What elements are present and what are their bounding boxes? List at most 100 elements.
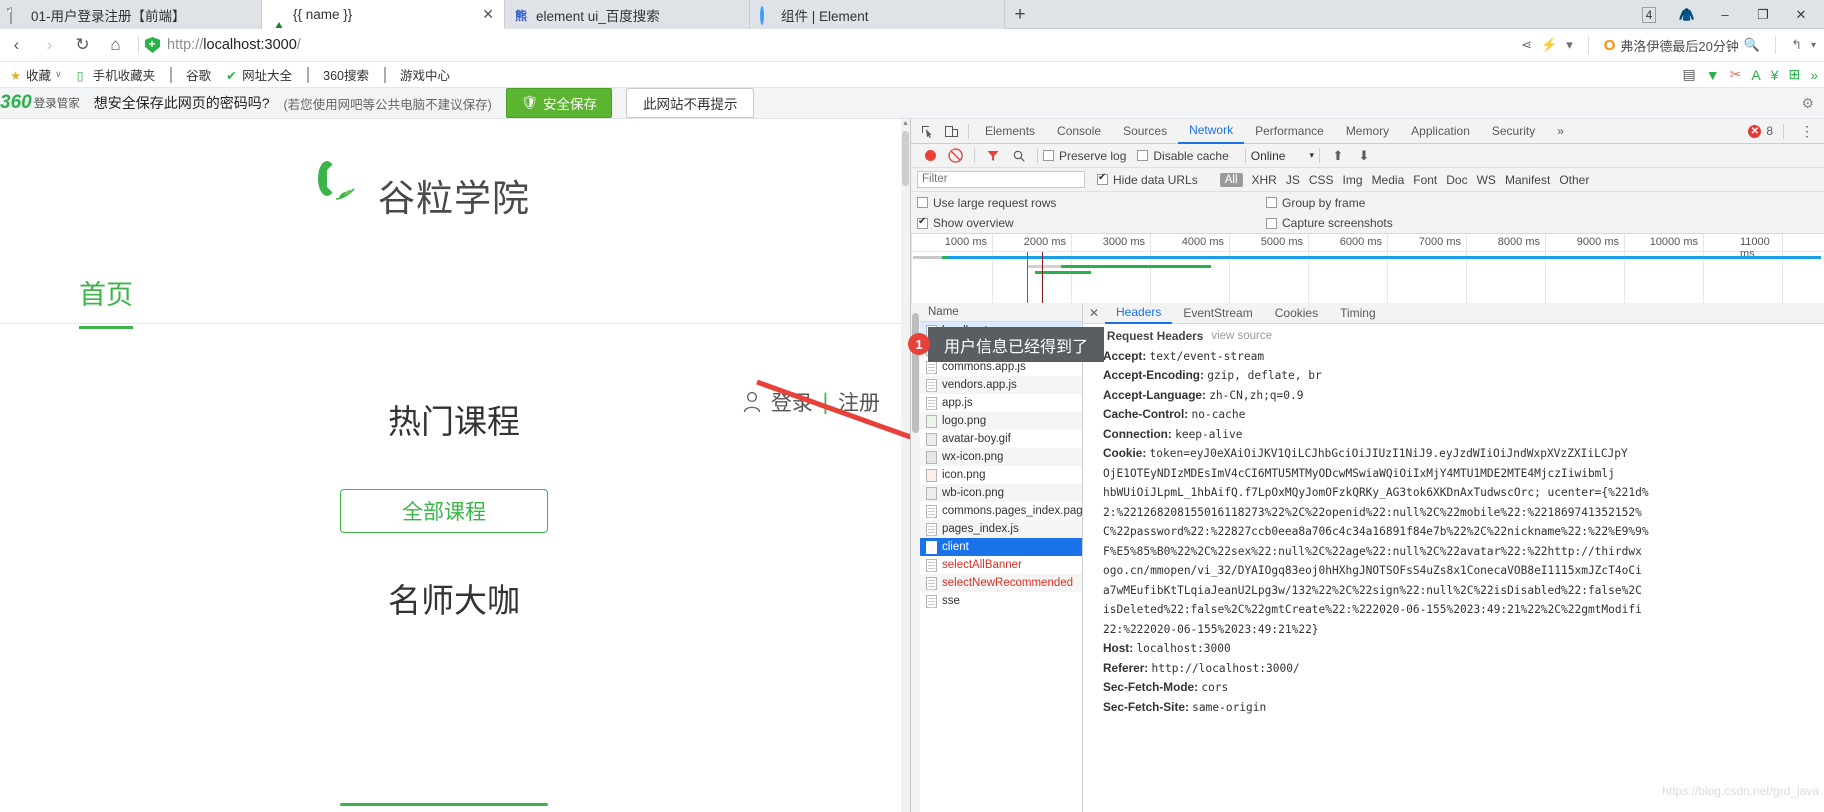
column-header-name[interactable]: Name bbox=[920, 303, 1082, 322]
nav-item-home[interactable]: 首页 bbox=[79, 273, 133, 329]
clothes-icon[interactable]: 🧥 bbox=[1668, 0, 1706, 29]
lightning-icon[interactable]: ⚡ bbox=[1541, 37, 1557, 53]
preserve-log-checkbox[interactable]: Preserve log bbox=[1043, 149, 1126, 163]
filter-icon[interactable] bbox=[980, 144, 1006, 168]
tab-security[interactable]: Security bbox=[1481, 119, 1546, 144]
filter-type-js[interactable]: JS bbox=[1286, 173, 1300, 187]
bookmark-mobile-favorites[interactable]: ▯ 手机收藏夹 bbox=[71, 63, 162, 86]
request-headers-section-header[interactable]: ▼ Request Headers view source bbox=[1091, 327, 1824, 347]
all-courses-button[interactable]: 全部课程 bbox=[340, 489, 548, 533]
capture-screenshots-checkbox[interactable]: Capture screenshots bbox=[1266, 216, 1393, 230]
clear-icon[interactable]: 🚫 bbox=[943, 144, 969, 168]
table-row[interactable]: selectNewRecommended bbox=[920, 574, 1082, 592]
close-icon[interactable]: ✕ bbox=[1083, 306, 1105, 320]
filter-type-ws[interactable]: WS bbox=[1477, 173, 1496, 187]
tab-count-badge[interactable]: 4 bbox=[1630, 0, 1668, 29]
quick-search-box[interactable]: O 弗洛伊德最后20分钟 🔍 bbox=[1604, 36, 1760, 55]
browser-tab-3[interactable]: 组件 | Element bbox=[750, 0, 1005, 29]
browser-tab-0[interactable]: 01-用户登录注册【前端】 bbox=[0, 0, 262, 29]
home-button[interactable]: ⌂ bbox=[99, 29, 132, 62]
tab-performance[interactable]: Performance bbox=[1244, 119, 1335, 144]
filter-type-font[interactable]: Font bbox=[1413, 173, 1437, 187]
more-tabs-button[interactable]: » bbox=[1546, 119, 1575, 144]
chevron-down-icon[interactable]: ▾ bbox=[1811, 40, 1816, 51]
hide-data-urls-checkbox[interactable]: Hide data URLs bbox=[1097, 172, 1198, 187]
filter-type-other[interactable]: Other bbox=[1559, 173, 1589, 187]
bookmark-google[interactable]: 谷歌 bbox=[164, 63, 217, 86]
group-by-frame-checkbox[interactable]: Group by frame bbox=[1266, 196, 1365, 210]
throttling-select[interactable]: Online ▾ bbox=[1251, 149, 1314, 163]
checkbox[interactable] bbox=[1137, 150, 1149, 161]
reload-button[interactable]: ↻ bbox=[66, 29, 99, 62]
filter-type-media[interactable]: Media bbox=[1372, 173, 1405, 187]
table-row-selected[interactable]: client bbox=[920, 538, 1082, 556]
use-large-request-rows-checkbox[interactable]: Use large request rows bbox=[917, 196, 1056, 210]
tab-memory[interactable]: Memory bbox=[1335, 119, 1400, 144]
checkbox[interactable] bbox=[1043, 150, 1054, 161]
gear-icon[interactable]: ⚙ bbox=[1801, 95, 1824, 112]
checkbox[interactable] bbox=[1266, 217, 1277, 229]
browser-tab-1[interactable]: {{ name }} ✕ bbox=[262, 0, 505, 29]
never-save-button[interactable]: 此网站不再提示 bbox=[625, 88, 755, 118]
checkbox[interactable] bbox=[1097, 172, 1108, 185]
filter-type-xhr[interactable]: XHR bbox=[1252, 173, 1277, 187]
filter-type-all[interactable]: All bbox=[1219, 172, 1243, 187]
filter-type-css[interactable]: CSS bbox=[1309, 173, 1334, 187]
video-download-icon[interactable]: ▼ bbox=[1706, 67, 1720, 83]
table-row[interactable]: avatar-boy.gif bbox=[920, 430, 1082, 448]
coupon-icon[interactable]: ¥ bbox=[1771, 67, 1779, 83]
share-icon[interactable]: ⋖ bbox=[1521, 37, 1532, 53]
devtools-menu-icon[interactable]: ⋮ bbox=[1794, 123, 1820, 140]
chevron-down-icon[interactable]: ▾ bbox=[1309, 150, 1314, 161]
tab-elements[interactable]: Elements bbox=[974, 119, 1046, 144]
record-icon[interactable] bbox=[917, 144, 943, 168]
forward-button[interactable]: › bbox=[33, 29, 66, 62]
extensions-icon[interactable]: ⊞ bbox=[1788, 66, 1800, 83]
page-scrollbar-thumb[interactable] bbox=[902, 131, 909, 186]
export-har-icon[interactable]: ⬇ bbox=[1351, 144, 1377, 168]
inspect-icon[interactable] bbox=[915, 119, 939, 143]
bookmark-manager-icon[interactable]: ▤ bbox=[1683, 66, 1696, 83]
minimize-button[interactable]: – bbox=[1706, 0, 1744, 29]
tab-sources[interactable]: Sources bbox=[1112, 119, 1178, 144]
search-icon[interactable]: 🔍 bbox=[1744, 37, 1760, 53]
bookmark-hao123[interactable]: ✔ 网址大全 bbox=[220, 63, 298, 86]
checkbox[interactable] bbox=[1266, 197, 1277, 208]
back-button[interactable]: ‹ bbox=[0, 29, 33, 62]
network-request-list[interactable]: Name localhost runtime.js commons.app.js… bbox=[911, 303, 1083, 812]
table-row[interactable]: vendors.app.js bbox=[920, 376, 1082, 394]
tab-timing[interactable]: Timing bbox=[1329, 303, 1387, 324]
site-logo[interactable]: 谷粒学院 bbox=[318, 161, 530, 222]
table-row[interactable]: logo.png bbox=[920, 412, 1082, 430]
tab-network[interactable]: Network bbox=[1178, 119, 1245, 144]
screenshot-scissors-icon[interactable]: ✂ bbox=[1730, 66, 1742, 83]
table-row[interactable]: commons.pages_index.pages_l... bbox=[920, 502, 1082, 520]
disable-cache-checkbox[interactable]: Disable cache bbox=[1137, 149, 1229, 163]
tab-close-button[interactable]: ✕ bbox=[472, 6, 494, 23]
filter-type-manifest[interactable]: Manifest bbox=[1505, 173, 1550, 187]
scroll-up-arrow[interactable]: ▲ bbox=[902, 120, 909, 127]
chevron-down-icon[interactable]: ∨ bbox=[55, 69, 62, 80]
network-overview-timeline[interactable]: 1000 ms 2000 ms 3000 ms 4000 ms 5000 ms … bbox=[911, 234, 1824, 304]
filter-input[interactable] bbox=[917, 171, 1085, 188]
table-row[interactable]: app.js bbox=[920, 394, 1082, 412]
bookmark-favorites[interactable]: ★ 收藏 ∨ bbox=[4, 63, 68, 86]
table-row[interactable]: sse bbox=[920, 592, 1082, 610]
translate-icon[interactable]: A bbox=[1751, 67, 1760, 83]
save-password-button[interactable]: 🛡 安全保存 bbox=[505, 88, 612, 118]
checkbox[interactable] bbox=[917, 216, 928, 229]
table-row[interactable]: wx-icon.png bbox=[920, 448, 1082, 466]
error-count-indicator[interactable]: ✕ 8 ⋮ bbox=[1748, 123, 1824, 140]
tab-cookies[interactable]: Cookies bbox=[1264, 303, 1329, 324]
filter-type-img[interactable]: Img bbox=[1343, 173, 1363, 187]
chevron-down-icon[interactable]: ▾ bbox=[1566, 37, 1573, 53]
tab-headers[interactable]: Headers bbox=[1105, 303, 1173, 324]
address-bar[interactable]: http://localhost:3000/ bbox=[145, 37, 1521, 53]
maximize-button[interactable]: ❐ bbox=[1744, 0, 1782, 29]
tab-eventstream[interactable]: EventStream bbox=[1172, 303, 1263, 324]
view-source-link[interactable]: view source bbox=[1211, 327, 1272, 347]
request-list-scrollbar[interactable] bbox=[911, 303, 920, 812]
filter-type-doc[interactable]: Doc bbox=[1446, 173, 1467, 187]
close-button[interactable]: ✕ bbox=[1782, 0, 1820, 29]
table-row[interactable]: pages_index.js bbox=[920, 520, 1082, 538]
